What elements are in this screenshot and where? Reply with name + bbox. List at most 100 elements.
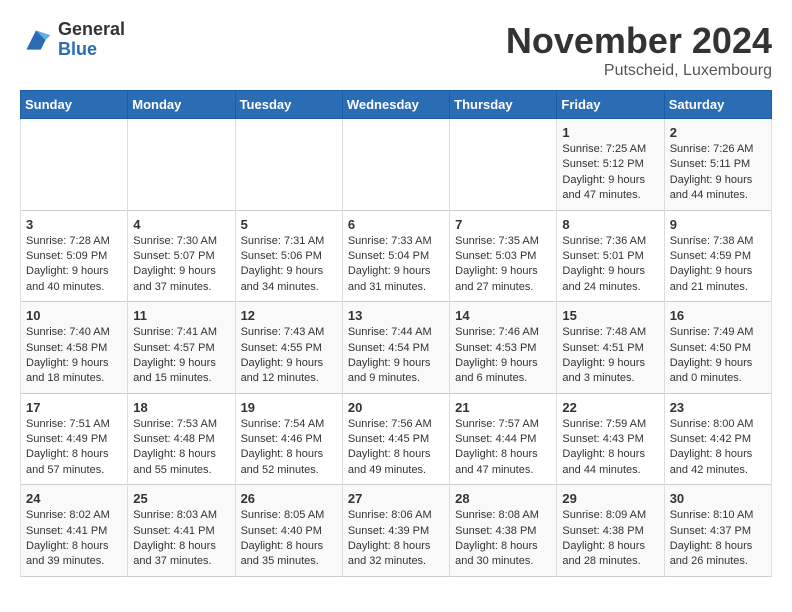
day-info: Sunrise: 8:05 AM Sunset: 4:40 PM Dayligh… bbox=[241, 508, 337, 570]
day-info: Sunrise: 7:53 AM Sunset: 4:48 PM Dayligh… bbox=[133, 417, 229, 479]
day-number: 5 bbox=[241, 217, 337, 232]
day-number: 23 bbox=[670, 400, 766, 415]
logo: General Blue bbox=[20, 20, 125, 60]
day-info: Sunrise: 8:03 AM Sunset: 4:41 PM Dayligh… bbox=[133, 508, 229, 570]
day-number: 15 bbox=[562, 308, 658, 323]
day-info: Sunrise: 8:10 AM Sunset: 4:37 PM Dayligh… bbox=[670, 508, 766, 570]
day-number: 17 bbox=[26, 400, 122, 415]
calendar-cell: 1 Sunrise: 7:25 AM Sunset: 5:12 PM Daylig… bbox=[557, 119, 664, 211]
day-info: Sunrise: 8:06 AM Sunset: 4:39 PM Dayligh… bbox=[348, 508, 444, 570]
calendar-cell: 12 Sunrise: 7:43 AM Sunset: 4:55 PM Dayli… bbox=[235, 302, 342, 394]
calendar-cell: 8 Sunrise: 7:36 AM Sunset: 5:01 PM Daylig… bbox=[557, 210, 664, 302]
day-info: Sunrise: 7:49 AM Sunset: 4:50 PM Dayligh… bbox=[670, 325, 766, 387]
calendar-cell: 13 Sunrise: 7:44 AM Sunset: 4:54 PM Dayli… bbox=[342, 302, 449, 394]
day-info: Sunrise: 7:38 AM Sunset: 4:59 PM Dayligh… bbox=[670, 234, 766, 296]
day-info: Sunrise: 7:54 AM Sunset: 4:46 PM Dayligh… bbox=[241, 417, 337, 479]
day-number: 9 bbox=[670, 217, 766, 232]
calendar-week-4: 17 Sunrise: 7:51 AM Sunset: 4:49 PM Dayli… bbox=[21, 393, 772, 485]
calendar-cell: 6 Sunrise: 7:33 AM Sunset: 5:04 PM Daylig… bbox=[342, 210, 449, 302]
day-info: Sunrise: 7:33 AM Sunset: 5:04 PM Dayligh… bbox=[348, 234, 444, 296]
day-number: 18 bbox=[133, 400, 229, 415]
calendar-cell bbox=[450, 119, 557, 211]
calendar-cell: 16 Sunrise: 7:49 AM Sunset: 4:50 PM Dayli… bbox=[664, 302, 771, 394]
day-number: 22 bbox=[562, 400, 658, 415]
day-number: 20 bbox=[348, 400, 444, 415]
day-info: Sunrise: 7:41 AM Sunset: 4:57 PM Dayligh… bbox=[133, 325, 229, 387]
calendar-cell: 21Sunrise: 7:57 AM Sunset: 4:44 PM Dayli… bbox=[450, 393, 557, 485]
day-info: Sunrise: 7:40 AM Sunset: 4:58 PM Dayligh… bbox=[26, 325, 122, 387]
calendar-cell bbox=[235, 119, 342, 211]
calendar-week-2: 3 Sunrise: 7:28 AM Sunset: 5:09 PM Daylig… bbox=[21, 210, 772, 302]
day-number: 29 bbox=[562, 491, 658, 506]
day-number: 19 bbox=[241, 400, 337, 415]
day-number: 1 bbox=[562, 125, 658, 140]
day-number: 28 bbox=[455, 491, 551, 506]
logo-text: General Blue bbox=[58, 20, 125, 60]
calendar-cell: 7Sunrise: 7:35 AM Sunset: 5:03 PM Daylig… bbox=[450, 210, 557, 302]
day-info: Sunrise: 7:25 AM Sunset: 5:12 PM Dayligh… bbox=[562, 142, 658, 204]
calendar-cell: 4Sunrise: 7:30 AM Sunset: 5:07 PM Daylig… bbox=[128, 210, 235, 302]
header: General Blue November 2024 Putscheid, Lu… bbox=[20, 20, 772, 80]
day-info: Sunrise: 8:00 AM Sunset: 4:42 PM Dayligh… bbox=[670, 417, 766, 479]
calendar-week-5: 24Sunrise: 8:02 AM Sunset: 4:41 PM Dayli… bbox=[21, 485, 772, 577]
day-number: 12 bbox=[241, 308, 337, 323]
day-info: Sunrise: 7:28 AM Sunset: 5:09 PM Dayligh… bbox=[26, 234, 122, 296]
day-info: Sunrise: 7:46 AM Sunset: 4:53 PM Dayligh… bbox=[455, 325, 551, 387]
calendar-cell bbox=[342, 119, 449, 211]
calendar-cell: 14 Sunrise: 7:46 AM Sunset: 4:53 PM Dayli… bbox=[450, 302, 557, 394]
logo-general-text: General bbox=[58, 20, 125, 40]
calendar-cell: 20Sunrise: 7:56 AM Sunset: 4:45 PM Dayli… bbox=[342, 393, 449, 485]
day-number: 25 bbox=[133, 491, 229, 506]
day-info: Sunrise: 7:59 AM Sunset: 4:43 PM Dayligh… bbox=[562, 417, 658, 479]
header-sunday: Sunday bbox=[21, 91, 128, 119]
day-info: Sunrise: 7:44 AM Sunset: 4:54 PM Dayligh… bbox=[348, 325, 444, 387]
calendar-week-1: 1 Sunrise: 7:25 AM Sunset: 5:12 PM Daylig… bbox=[21, 119, 772, 211]
day-number: 3 bbox=[26, 217, 122, 232]
day-info: Sunrise: 7:51 AM Sunset: 4:49 PM Dayligh… bbox=[26, 417, 122, 479]
calendar-cell: 15 Sunrise: 7:48 AM Sunset: 4:51 PM Dayli… bbox=[557, 302, 664, 394]
calendar-cell: 17 Sunrise: 7:51 AM Sunset: 4:49 PM Dayli… bbox=[21, 393, 128, 485]
day-number: 30 bbox=[670, 491, 766, 506]
day-number: 11 bbox=[133, 308, 229, 323]
day-info: Sunrise: 7:43 AM Sunset: 4:55 PM Dayligh… bbox=[241, 325, 337, 387]
calendar-cell: 10 Sunrise: 7:40 AM Sunset: 4:58 PM Dayli… bbox=[21, 302, 128, 394]
day-number: 2 bbox=[670, 125, 766, 140]
location-subtitle: Putscheid, Luxembourg bbox=[506, 62, 772, 80]
day-info: Sunrise: 7:35 AM Sunset: 5:03 PM Dayligh… bbox=[455, 234, 551, 296]
day-number: 10 bbox=[26, 308, 122, 323]
day-number: 8 bbox=[562, 217, 658, 232]
day-number: 6 bbox=[348, 217, 444, 232]
day-number: 16 bbox=[670, 308, 766, 323]
month-title: November 2024 bbox=[506, 20, 772, 62]
calendar-cell: 18 Sunrise: 7:53 AM Sunset: 4:48 PM Dayli… bbox=[128, 393, 235, 485]
calendar-cell: 9 Sunrise: 7:38 AM Sunset: 4:59 PM Daylig… bbox=[664, 210, 771, 302]
day-info: Sunrise: 8:09 AM Sunset: 4:38 PM Dayligh… bbox=[562, 508, 658, 570]
header-monday: Monday bbox=[128, 91, 235, 119]
calendar-cell: 29 Sunrise: 8:09 AM Sunset: 4:38 PM Dayli… bbox=[557, 485, 664, 577]
day-info: Sunrise: 8:02 AM Sunset: 4:41 PM Dayligh… bbox=[26, 508, 122, 570]
header-saturday: Saturday bbox=[664, 91, 771, 119]
calendar-cell: 23 Sunrise: 8:00 AM Sunset: 4:42 PM Dayli… bbox=[664, 393, 771, 485]
day-info: Sunrise: 7:30 AM Sunset: 5:07 PM Dayligh… bbox=[133, 234, 229, 296]
header-thursday: Thursday bbox=[450, 91, 557, 119]
calendar-cell: 28Sunrise: 8:08 AM Sunset: 4:38 PM Dayli… bbox=[450, 485, 557, 577]
header-tuesday: Tuesday bbox=[235, 91, 342, 119]
calendar-cell: 2Sunrise: 7:26 AM Sunset: 5:11 PM Daylig… bbox=[664, 119, 771, 211]
calendar-cell: 25 Sunrise: 8:03 AM Sunset: 4:41 PM Dayli… bbox=[128, 485, 235, 577]
day-info: Sunrise: 7:36 AM Sunset: 5:01 PM Dayligh… bbox=[562, 234, 658, 296]
calendar-cell: 24Sunrise: 8:02 AM Sunset: 4:41 PM Dayli… bbox=[21, 485, 128, 577]
day-number: 14 bbox=[455, 308, 551, 323]
day-number: 13 bbox=[348, 308, 444, 323]
calendar-cell: 19 Sunrise: 7:54 AM Sunset: 4:46 PM Dayli… bbox=[235, 393, 342, 485]
calendar-cell: 3 Sunrise: 7:28 AM Sunset: 5:09 PM Daylig… bbox=[21, 210, 128, 302]
day-info: Sunrise: 7:57 AM Sunset: 4:44 PM Dayligh… bbox=[455, 417, 551, 479]
calendar-cell: 30 Sunrise: 8:10 AM Sunset: 4:37 PM Dayli… bbox=[664, 485, 771, 577]
calendar-cell bbox=[128, 119, 235, 211]
calendar-cell: 5 Sunrise: 7:31 AM Sunset: 5:06 PM Daylig… bbox=[235, 210, 342, 302]
day-info: Sunrise: 7:31 AM Sunset: 5:06 PM Dayligh… bbox=[241, 234, 337, 296]
calendar-cell: 27 Sunrise: 8:06 AM Sunset: 4:39 PM Dayli… bbox=[342, 485, 449, 577]
calendar-cell: 26Sunrise: 8:05 AM Sunset: 4:40 PM Dayli… bbox=[235, 485, 342, 577]
day-info: Sunrise: 7:48 AM Sunset: 4:51 PM Dayligh… bbox=[562, 325, 658, 387]
day-number: 27 bbox=[348, 491, 444, 506]
logo-blue-text: Blue bbox=[58, 40, 125, 60]
